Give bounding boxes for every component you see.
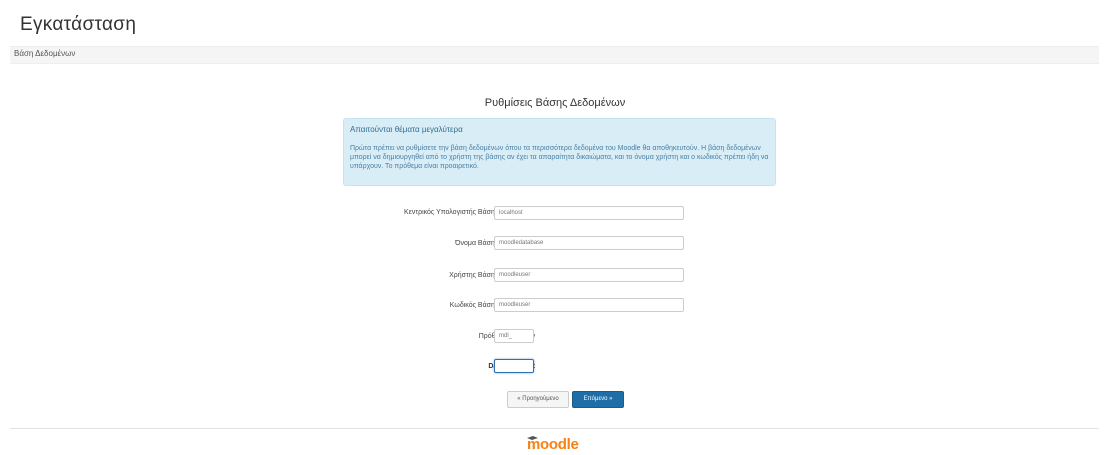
db-port-input[interactable] (494, 359, 534, 373)
breadcrumb-item: Βάση Δεδομένων (14, 49, 76, 58)
next-button[interactable]: Επόμενο » (572, 391, 624, 408)
db-name-input[interactable]: moodledatabase (494, 236, 684, 250)
back-button[interactable]: « Προηγούμενο (507, 391, 569, 408)
db-password-row: Κωδικός Βάσης Δεδομένων moodleuser (355, 298, 695, 322)
db-name-row: Όνομα Βάσης Δεδομένων moodledatabase (355, 236, 695, 260)
form-title: Ρυθμίσεις Βάσης Δεδομένων (484, 97, 626, 109)
moodle-logo: moodle (527, 436, 579, 453)
table-prefix-row: Πρόθεμα πινάκων mdl_ (355, 329, 695, 353)
install-page: Εγκατάσταση Βάση Δεδομένων Ρυθμίσεις Βάσ… (0, 0, 1109, 455)
info-text: Πρώτα πρέπει να ρυθμίσετε την βάση δεδομ… (350, 145, 769, 170)
mortarboard-icon (527, 436, 538, 440)
breadcrumb: Βάση Δεδομένων (10, 46, 1099, 64)
db-host-input[interactable]: localhost (494, 206, 684, 220)
db-user-row: Χρήστης Βάσης Δεδομένων moodleuser (355, 268, 695, 292)
db-password-input[interactable]: moodleuser (494, 298, 684, 312)
db-host-row: Κεντρικός Υπολογιστής Βάσης Δεδομένων lo… (355, 206, 695, 230)
footer-divider (10, 428, 1099, 429)
page-title: Εγκατάσταση (20, 14, 137, 35)
db-port-row: Database port (355, 359, 695, 383)
info-box: Απαιτούνται θέματα μεγαλύτερα Πρώτα πρέπ… (343, 118, 776, 186)
db-user-input[interactable]: moodleuser (494, 268, 684, 282)
table-prefix-input[interactable]: mdl_ (494, 329, 534, 343)
info-heading: Απαιτούνται θέματα μεγαλύτερα (350, 125, 463, 134)
